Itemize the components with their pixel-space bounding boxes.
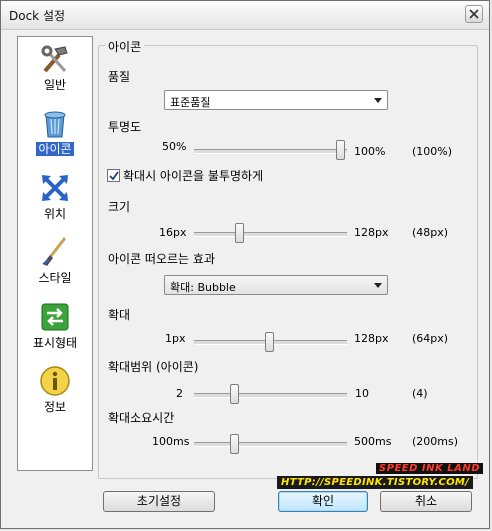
zoom-min: 1px xyxy=(165,332,186,345)
sidebar-item-display[interactable]: 표시형태 xyxy=(18,299,92,359)
sidebar-item-label: 표시형태 xyxy=(32,336,78,350)
info-icon xyxy=(40,366,70,396)
zoom-slider-thumb[interactable] xyxy=(265,332,274,352)
zoom-label: 확대 xyxy=(108,308,131,322)
size-max: 128px xyxy=(354,226,389,239)
sidebar-item-label: 일반 xyxy=(43,78,67,92)
swap-icon xyxy=(41,303,69,331)
sidebar-item-label: 정보 xyxy=(43,400,67,414)
sidebar-item-general[interactable]: 일반 xyxy=(18,41,92,101)
watermark-top-text: SPEED INK LAND xyxy=(375,463,483,474)
zoom-range-slider-track[interactable] xyxy=(194,393,347,398)
zoom-range-slider-thumb[interactable] xyxy=(230,384,239,404)
category-sidebar: 일반 아이콘 위치 스타일 표시형태 정보 xyxy=(17,36,93,471)
opacity-max: 100% xyxy=(354,145,386,158)
opaque-on-zoom-checkbox[interactable] xyxy=(107,169,120,182)
zoom-time-value: (200ms) xyxy=(412,435,459,448)
chevron-down-icon xyxy=(374,283,382,288)
close-button[interactable] xyxy=(465,5,483,23)
opaque-on-zoom-label: 확대시 아이콘을 불투명하게 xyxy=(123,169,264,183)
sidebar-item-position[interactable]: 위치 xyxy=(18,170,92,230)
opacity-value: (100%) xyxy=(412,145,453,158)
opacity-label: 투명도 xyxy=(108,120,142,134)
cancel-button[interactable]: 취소 xyxy=(380,491,472,512)
zoom-max: 128px xyxy=(354,332,389,345)
opacity-slider-thumb[interactable] xyxy=(336,140,345,160)
sidebar-item-info[interactable]: 정보 xyxy=(18,363,92,423)
brush-icon xyxy=(42,237,67,266)
zoom-range-value: (4) xyxy=(412,387,428,400)
zoom-time-min: 100ms xyxy=(152,435,190,448)
sidebar-item-label: 위치 xyxy=(43,207,67,221)
opacity-min: 50% xyxy=(162,140,187,153)
zoom-range-min: 2 xyxy=(176,387,183,400)
chevron-down-icon xyxy=(374,98,382,103)
quality-select-value: 표준품질 xyxy=(170,96,211,109)
zoom-time-slider-thumb[interactable] xyxy=(230,434,239,454)
ok-button[interactable]: 확인 xyxy=(278,491,368,512)
zoom-time-slider-track[interactable] xyxy=(194,442,347,447)
close-icon xyxy=(469,9,479,19)
size-value: (48px) xyxy=(412,226,449,239)
zoom-time-label: 확대소요시간 xyxy=(108,411,175,425)
zoom-value: (64px) xyxy=(412,332,449,345)
arrows-icon xyxy=(42,175,68,201)
size-min: 16px xyxy=(159,226,187,239)
window-title: Dock 설정 xyxy=(9,9,66,23)
dock-settings-window: Dock 설정 일반 아이콘 위치 스타일 표시형태 정보 아이콘 품질 표준품… xyxy=(0,0,490,529)
zoom-range-max: 10 xyxy=(355,387,369,400)
size-label: 크기 xyxy=(108,200,131,214)
sidebar-item-label: 아이콘 xyxy=(36,142,74,156)
effect-select-value: 확대: Bubble xyxy=(170,281,236,294)
checkmark-icon xyxy=(109,171,119,181)
tools-icon xyxy=(41,45,68,73)
title-bar: Dock 설정 xyxy=(1,1,489,30)
effect-label: 아이콘 떠오르는 효과 xyxy=(108,252,215,266)
zoom-range-label: 확대범위 (아이콘) xyxy=(108,360,199,374)
opacity-slider-track[interactable] xyxy=(194,149,347,154)
quality-label: 품질 xyxy=(108,70,131,84)
zoom-time-max: 500ms xyxy=(354,435,392,448)
quality-select[interactable]: 표준품질 xyxy=(164,90,388,110)
effect-select[interactable]: 확대: Bubble xyxy=(164,275,388,295)
size-slider-thumb[interactable] xyxy=(235,223,244,243)
size-slider-track[interactable] xyxy=(194,232,347,237)
sidebar-item-icon[interactable]: 아이콘 xyxy=(18,105,92,165)
watermark-url-text: HTTP://SPEEDINK.TISTORY.COM/ xyxy=(277,476,474,489)
group-title: 아이콘 xyxy=(105,38,145,55)
watermark: SPEED INK LAND HTTP://SPEEDINK.TISTORY.C… xyxy=(277,463,483,493)
recycle-bin-icon xyxy=(44,111,66,138)
reset-button[interactable]: 초기설정 xyxy=(103,491,215,512)
sidebar-item-label: 스타일 xyxy=(38,271,72,285)
sidebar-item-style[interactable]: 스타일 xyxy=(18,234,92,294)
